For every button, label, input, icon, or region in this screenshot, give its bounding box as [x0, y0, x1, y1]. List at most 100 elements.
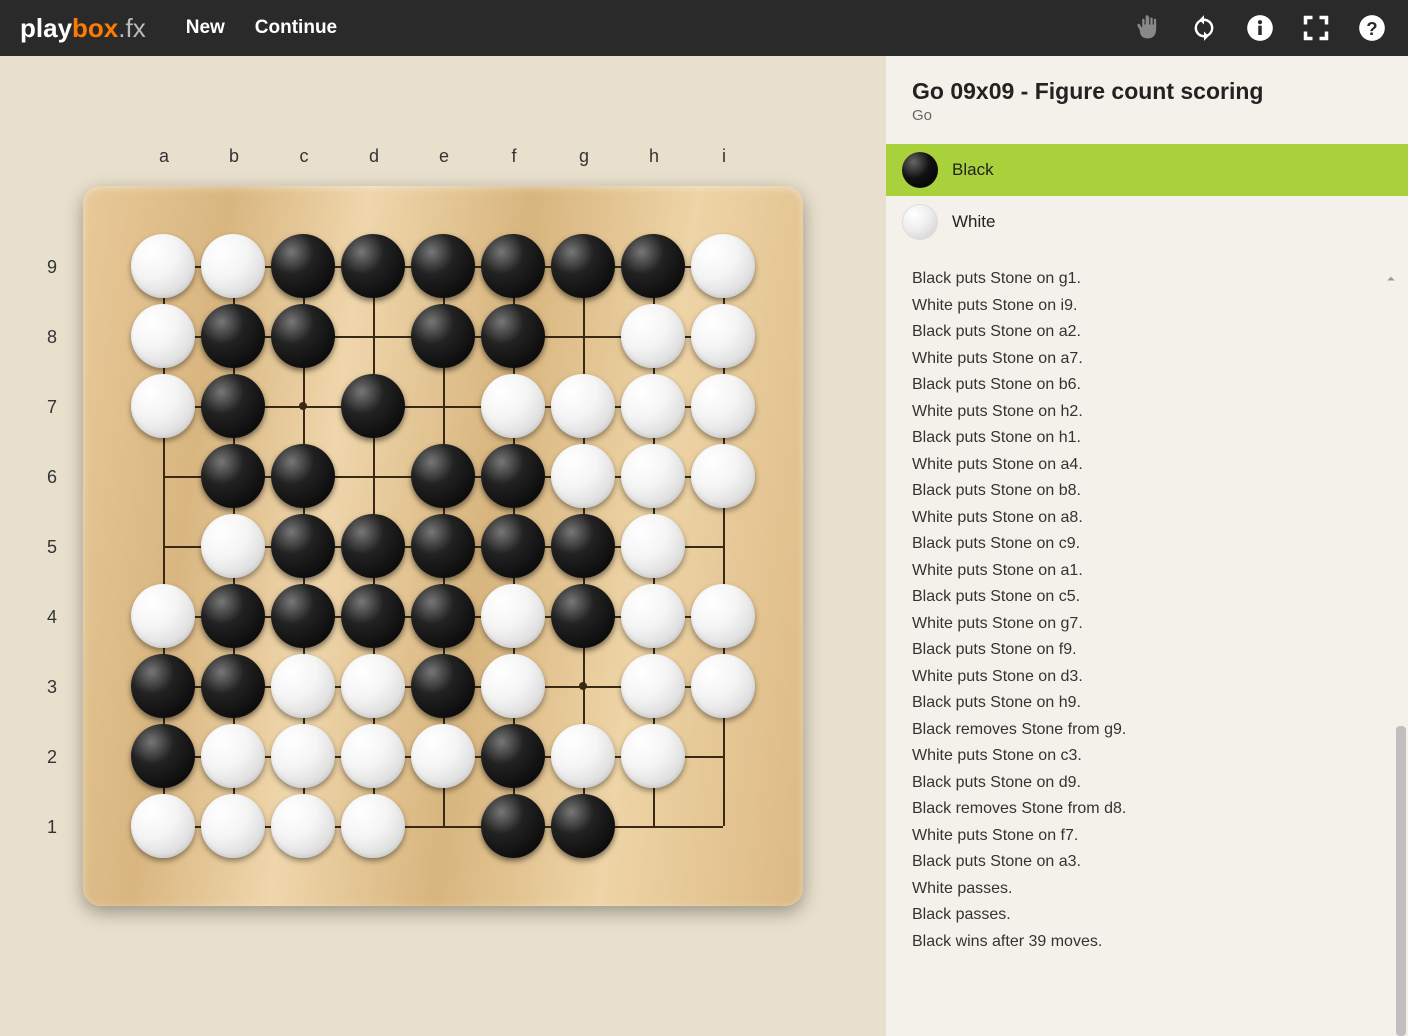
- stone-d7[interactable]: [341, 374, 405, 438]
- log-line: Black removes Stone from d8.: [912, 800, 1382, 818]
- stone-e9[interactable]: [411, 234, 475, 298]
- stone-c2[interactable]: [271, 724, 335, 788]
- player-row-w[interactable]: White: [886, 196, 1408, 248]
- row-label-3: 3: [47, 652, 57, 722]
- stone-e2[interactable]: [411, 724, 475, 788]
- player-label: Black: [952, 160, 994, 180]
- stone-b9[interactable]: [201, 234, 265, 298]
- player-stone-icon: [902, 204, 938, 240]
- info-icon[interactable]: [1244, 12, 1276, 44]
- log-line: Black puts Stone on f9.: [912, 641, 1382, 659]
- hand-icon[interactable]: [1132, 12, 1164, 44]
- col-label-d: d: [339, 146, 409, 167]
- log-line: White puts Stone on a7.: [912, 350, 1382, 368]
- stone-i9[interactable]: [691, 234, 755, 298]
- stone-c5[interactable]: [271, 514, 335, 578]
- nav-new[interactable]: New: [186, 17, 225, 39]
- stone-a4[interactable]: [131, 584, 195, 648]
- stone-f4[interactable]: [481, 584, 545, 648]
- refresh-icon[interactable]: [1188, 12, 1220, 44]
- log-line: White passes.: [912, 880, 1382, 898]
- log-line: Black wins after 39 moves.: [912, 933, 1382, 951]
- stone-h8[interactable]: [621, 304, 685, 368]
- stone-g6[interactable]: [551, 444, 615, 508]
- stone-b8[interactable]: [201, 304, 265, 368]
- stone-a3[interactable]: [131, 654, 195, 718]
- stone-f1[interactable]: [481, 794, 545, 858]
- stone-b7[interactable]: [201, 374, 265, 438]
- stone-d4[interactable]: [341, 584, 405, 648]
- move-log[interactable]: Black puts Stone on g1.White puts Stone …: [886, 248, 1408, 1036]
- stone-b4[interactable]: [201, 584, 265, 648]
- fullscreen-icon[interactable]: [1300, 12, 1332, 44]
- stone-h5[interactable]: [621, 514, 685, 578]
- stone-e4[interactable]: [411, 584, 475, 648]
- stone-d2[interactable]: [341, 724, 405, 788]
- stone-g4[interactable]: [551, 584, 615, 648]
- stone-h2[interactable]: [621, 724, 685, 788]
- stone-i6[interactable]: [691, 444, 755, 508]
- stone-f2[interactable]: [481, 724, 545, 788]
- stone-i7[interactable]: [691, 374, 755, 438]
- col-label-f: f: [479, 146, 549, 167]
- row-label-8: 8: [47, 302, 57, 372]
- stone-g5[interactable]: [551, 514, 615, 578]
- stone-f3[interactable]: [481, 654, 545, 718]
- stone-f5[interactable]: [481, 514, 545, 578]
- stone-g1[interactable]: [551, 794, 615, 858]
- stone-a8[interactable]: [131, 304, 195, 368]
- stone-h7[interactable]: [621, 374, 685, 438]
- stone-i8[interactable]: [691, 304, 755, 368]
- stone-e8[interactable]: [411, 304, 475, 368]
- stone-h3[interactable]: [621, 654, 685, 718]
- stone-c6[interactable]: [271, 444, 335, 508]
- stone-a7[interactable]: [131, 374, 195, 438]
- stone-c4[interactable]: [271, 584, 335, 648]
- app-header: playbox.fx New Continue ?: [0, 0, 1408, 56]
- nav-continue[interactable]: Continue: [255, 17, 337, 39]
- stone-h9[interactable]: [621, 234, 685, 298]
- stone-b5[interactable]: [201, 514, 265, 578]
- stone-c9[interactable]: [271, 234, 335, 298]
- stone-e6[interactable]: [411, 444, 475, 508]
- stone-f6[interactable]: [481, 444, 545, 508]
- stone-e5[interactable]: [411, 514, 475, 578]
- stone-b1[interactable]: [201, 794, 265, 858]
- go-board[interactable]: [83, 186, 803, 906]
- stone-i4[interactable]: [691, 584, 755, 648]
- stone-h6[interactable]: [621, 444, 685, 508]
- stone-d1[interactable]: [341, 794, 405, 858]
- log-line: Black passes.: [912, 906, 1382, 924]
- player-stone-icon: [902, 152, 938, 188]
- stone-f7[interactable]: [481, 374, 545, 438]
- player-row-b[interactable]: Black: [886, 144, 1408, 196]
- stone-b2[interactable]: [201, 724, 265, 788]
- scrollbar-thumb[interactable]: [1396, 726, 1406, 1036]
- stone-a2[interactable]: [131, 724, 195, 788]
- log-line: Black puts Stone on a3.: [912, 853, 1382, 871]
- stone-b3[interactable]: [201, 654, 265, 718]
- stone-d5[interactable]: [341, 514, 405, 578]
- log-line: Black puts Stone on h9.: [912, 694, 1382, 712]
- stone-f8[interactable]: [481, 304, 545, 368]
- log-line: Black puts Stone on b6.: [912, 376, 1382, 394]
- help-icon[interactable]: ?: [1356, 12, 1388, 44]
- stone-d3[interactable]: [341, 654, 405, 718]
- stone-g2[interactable]: [551, 724, 615, 788]
- stone-i3[interactable]: [691, 654, 755, 718]
- stone-c1[interactable]: [271, 794, 335, 858]
- stone-g9[interactable]: [551, 234, 615, 298]
- stone-c3[interactable]: [271, 654, 335, 718]
- stone-c8[interactable]: [271, 304, 335, 368]
- stone-e3[interactable]: [411, 654, 475, 718]
- app-logo: playbox.fx: [20, 13, 146, 44]
- log-line: White puts Stone on h2.: [912, 403, 1382, 421]
- stone-a1[interactable]: [131, 794, 195, 858]
- stone-g7[interactable]: [551, 374, 615, 438]
- stone-b6[interactable]: [201, 444, 265, 508]
- stone-f9[interactable]: [481, 234, 545, 298]
- stone-d9[interactable]: [341, 234, 405, 298]
- stone-h4[interactable]: [621, 584, 685, 648]
- collapse-icon[interactable]: [1382, 270, 1400, 288]
- stone-a9[interactable]: [131, 234, 195, 298]
